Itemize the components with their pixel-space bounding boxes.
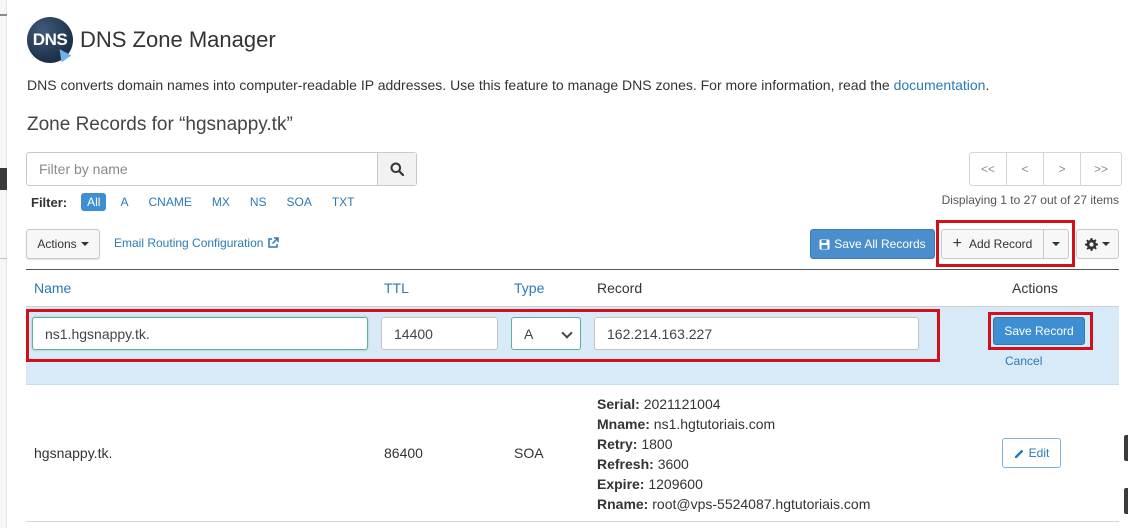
- edit-record-button[interactable]: Edit: [1002, 438, 1061, 468]
- new-record-row: A Save Record Cancel: [26, 307, 1119, 385]
- dns-logo-icon: DNS: [27, 17, 73, 63]
- search-icon: [390, 162, 404, 176]
- first-page-button[interactable]: <<: [970, 153, 1007, 185]
- caret-down-icon: [1102, 242, 1110, 246]
- add-record-button[interactable]: + Add Record: [942, 230, 1044, 258]
- search-input[interactable]: [27, 153, 377, 185]
- email-routing-label: Email Routing Configuration: [114, 236, 264, 250]
- record-ttl-input[interactable]: [381, 317, 498, 350]
- prev-page-button[interactable]: <: [1007, 153, 1044, 185]
- filter-soa[interactable]: SOA: [287, 195, 312, 209]
- plus-icon: +: [952, 235, 962, 252]
- soa-record-ttl: 86400: [384, 445, 423, 461]
- soa-expire: Expire: 1209600: [597, 474, 870, 494]
- soa-retry: Retry: 1800: [597, 434, 870, 454]
- documentation-link[interactable]: documentation: [894, 77, 986, 93]
- row-divider: [26, 521, 1119, 522]
- soa-serial-label: Serial:: [597, 396, 640, 412]
- next-page-button[interactable]: >: [1044, 153, 1081, 185]
- column-header-record: Record: [597, 280, 643, 296]
- gear-icon: [1085, 237, 1098, 251]
- column-header-actions: Actions: [1012, 280, 1058, 296]
- right-edge-tab: [1124, 488, 1128, 514]
- caret-down-icon: [80, 242, 89, 246]
- left-sidebar-edge: [0, 0, 7, 528]
- column-header-type[interactable]: Type: [514, 280, 544, 296]
- table-divider: [26, 269, 1119, 270]
- actions-label: Actions: [37, 237, 77, 251]
- soa-expire-label: Expire:: [597, 476, 645, 492]
- sidebar-edge-mark: [0, 258, 7, 259]
- soa-mname-label: Mname:: [597, 416, 650, 432]
- search-button[interactable]: [377, 153, 416, 185]
- zone-records-heading: Zone Records for “hgsnappy.tk”: [27, 114, 293, 135]
- add-record-dropdown-toggle[interactable]: [1044, 230, 1068, 258]
- soa-refresh-value: 3600: [657, 456, 689, 472]
- soa-serial-value: 2021121004: [643, 396, 721, 412]
- soa-expire-value: 1209600: [648, 476, 703, 492]
- edit-label: Edit: [1028, 446, 1050, 460]
- soa-retry-label: Retry:: [597, 436, 638, 452]
- cancel-link[interactable]: Cancel: [1005, 354, 1042, 368]
- intro-text: DNS converts domain names into computer-…: [27, 77, 989, 93]
- soa-retry-value: 1800: [641, 436, 673, 452]
- filter-a[interactable]: A: [120, 195, 128, 209]
- floppy-disk-icon: [819, 239, 830, 249]
- soa-rname: Rname: root@vps-5524087.hgtutoriais.com: [597, 494, 870, 514]
- save-all-label: Save All Records: [834, 237, 926, 251]
- soa-serial: Serial: 2021121004: [597, 394, 870, 414]
- column-header-ttl[interactable]: TTL: [384, 280, 409, 296]
- external-link-icon: [268, 237, 280, 248]
- soa-record-details: Serial: 2021121004 Mname: ns1.hgtutoriai…: [597, 394, 870, 514]
- intro-body: DNS converts domain names into computer-…: [27, 77, 894, 93]
- add-record-split-button: + Add Record: [941, 229, 1069, 259]
- intro-suffix: .: [985, 77, 990, 93]
- soa-refresh-label: Refresh:: [597, 456, 654, 472]
- page-title: DNS Zone Manager: [80, 27, 276, 52]
- sidebar-edge-mark: [0, 14, 7, 16]
- record-name-input[interactable]: [32, 317, 368, 350]
- save-record-button[interactable]: Save Record: [993, 317, 1085, 345]
- soa-record-type: SOA: [514, 445, 544, 461]
- soa-mname-value: ns1.hgtutoriais.com: [653, 416, 776, 432]
- soa-mname: Mname: ns1.hgtutoriais.com: [597, 414, 870, 434]
- save-all-records-button[interactable]: Save All Records: [810, 229, 935, 259]
- soa-record-name: hgsnappy.tk.: [34, 445, 113, 461]
- filter-label: Filter:: [31, 194, 68, 210]
- pencil-icon: [1014, 449, 1024, 458]
- soa-refresh: Refresh: 3600: [597, 454, 870, 474]
- caret-down-icon: [1052, 242, 1060, 246]
- soa-rname-value: root@vps-5524087.hgtutoriais.com: [652, 496, 871, 512]
- filter-txt[interactable]: TXT: [332, 195, 355, 209]
- record-type-select[interactable]: A: [511, 317, 581, 350]
- filter-cname[interactable]: CNAME: [148, 195, 191, 209]
- soa-rname-label: Rname:: [597, 496, 649, 512]
- filter-mx[interactable]: MX: [212, 195, 230, 209]
- settings-dropdown-button[interactable]: [1076, 229, 1119, 259]
- filter-ns[interactable]: NS: [250, 195, 267, 209]
- filter-bar: Filter: All A CNAME MX NS SOA TXT: [31, 193, 375, 211]
- actions-dropdown-button[interactable]: Actions: [26, 229, 100, 259]
- pagination: << < > >>: [969, 152, 1122, 186]
- search-box: [26, 152, 417, 186]
- right-edge-tab: [1124, 435, 1128, 461]
- sidebar-edge-mark: [0, 168, 7, 190]
- record-value-input[interactable]: [594, 317, 919, 350]
- last-page-button[interactable]: >>: [1081, 153, 1121, 185]
- column-header-name[interactable]: Name: [34, 280, 71, 296]
- filter-all[interactable]: All: [81, 193, 107, 211]
- email-routing-link[interactable]: Email Routing Configuration: [114, 236, 280, 250]
- pagination-status: Displaying 1 to 27 out of 27 items: [941, 193, 1119, 207]
- add-record-label: Add Record: [968, 237, 1033, 251]
